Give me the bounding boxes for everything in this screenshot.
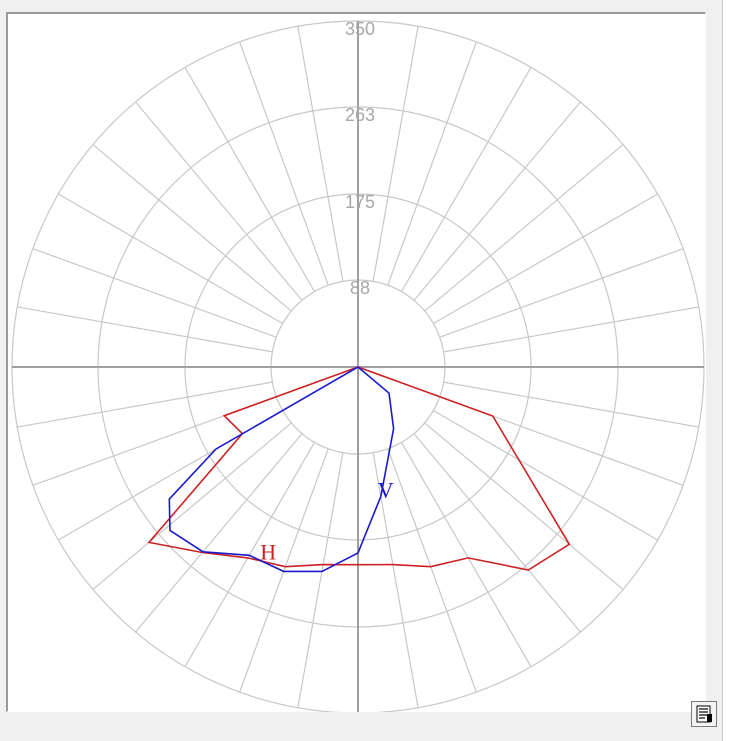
grid-spoke-170 (372, 26, 419, 282)
chart-window: 88 175 263 350 H V (0, 0, 722, 741)
radial-tick-label-263: 263 (345, 105, 375, 125)
series-label-V: V (378, 478, 394, 503)
grid-spoke-210 (184, 67, 316, 292)
series-label-H: H (260, 540, 276, 565)
report-document-icon (696, 705, 712, 723)
grid-spoke-250 (32, 248, 277, 338)
grid-spoke-150 (400, 67, 532, 292)
grid-spoke-20 (387, 448, 477, 693)
grid-spoke-200 (239, 41, 329, 286)
grid-spoke-280 (17, 381, 273, 428)
grid-spoke-190 (297, 26, 344, 282)
grid-spoke-110 (439, 248, 684, 338)
window-border (722, 0, 731, 741)
radial-tick-label-175: 175 (345, 192, 375, 212)
grid-spoke-60 (433, 409, 658, 541)
grid-spoke-100 (443, 306, 699, 353)
status-strip (0, 712, 722, 741)
polar-plot-panel: 88 175 263 350 H V (6, 12, 706, 712)
grid-spoke-30 (400, 442, 532, 667)
grid-spoke-260 (17, 306, 273, 353)
grid-spoke-340 (239, 448, 329, 693)
grid-spoke-350 (297, 452, 344, 708)
grid-spoke-240 (58, 193, 283, 325)
polar-chart: 88 175 263 350 H V (11, 19, 705, 712)
report-button[interactable] (691, 701, 717, 727)
grid-spoke-330 (184, 442, 316, 667)
radial-tick-label-88: 88 (350, 278, 370, 298)
grid-spoke-80 (443, 381, 699, 428)
radial-tick-labels: 88 175 263 350 (345, 19, 375, 298)
grid-spoke-160 (387, 41, 477, 286)
series-line-V (168, 366, 395, 573)
grid-spoke-120 (433, 193, 658, 325)
radial-tick-label-350: 350 (345, 19, 375, 39)
